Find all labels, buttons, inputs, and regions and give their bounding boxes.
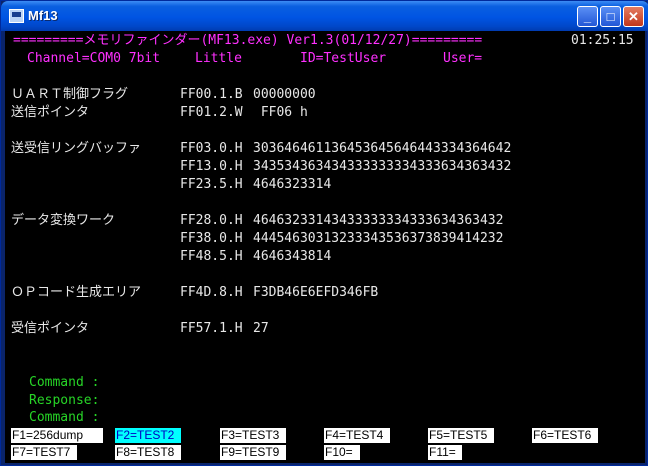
id-status: ID=TestUser <box>300 51 387 66</box>
entry-label: 受信ポインタ <box>11 321 90 336</box>
entry-value: 46463233143433333334333634363432 <box>253 213 504 228</box>
entry-label: 送受信リングバッファ <box>11 141 142 156</box>
close-button[interactable]: ✕ <box>623 6 644 27</box>
entry-address: FF4D.8.H <box>180 285 243 300</box>
entry-address: FF01.2.W <box>180 105 243 120</box>
entry-label: データ変換ワーク <box>11 213 116 228</box>
user-status: User= <box>443 51 483 66</box>
f7-key[interactable]: F7=TEST7 <box>11 445 77 460</box>
f3-key[interactable]: F3=TEST3 <box>220 428 286 443</box>
minimize-button[interactable]: _ <box>577 6 598 27</box>
entry-address: FF00.1.B <box>180 87 243 102</box>
entry-address: FF03.0.H <box>180 141 243 156</box>
f8-key[interactable]: F8=TEST8 <box>115 445 181 460</box>
f4-key[interactable]: F4=TEST4 <box>324 428 390 443</box>
entry-address: FF57.1.H <box>180 321 243 336</box>
f2-key[interactable]: F2=TEST2 <box>115 428 181 443</box>
entry-value: 303646461136453645646443334364642 <box>253 141 512 156</box>
entry-value: 44454630313233343536373839414232 <box>253 231 504 246</box>
application-window: Mf13 _ □ ✕ =========メモリファインダー(MF13.exe) … <box>0 0 648 466</box>
entry-address: FF13.0.H <box>180 159 243 174</box>
f10-key[interactable]: F10= <box>324 445 360 460</box>
maximize-button[interactable]: □ <box>600 6 621 27</box>
entry-value: 4646323314 <box>253 177 332 192</box>
command-prompt[interactable]: Command : <box>29 410 99 425</box>
f1-key[interactable]: F1=256dump <box>11 428 103 443</box>
entry-address: FF28.0.H <box>180 213 243 228</box>
f11-key[interactable]: F11= <box>428 445 462 460</box>
window-title: Mf13 <box>28 8 58 23</box>
entry-value: 343534363434333333334333634363432 <box>253 159 512 174</box>
f5-key[interactable]: F5=TEST5 <box>428 428 494 443</box>
entry-value: 4646343814 <box>253 249 332 264</box>
clock: 01:25:15 <box>571 33 634 48</box>
entry-label: ＯＰコード生成エリア <box>11 285 142 300</box>
entry-label: ＵＡＲＴ制御フラグ <box>11 87 129 102</box>
app-icon[interactable] <box>9 9 24 23</box>
entry-value: F3DB46E6EFD346FB <box>253 285 379 300</box>
channel-status: Channel=COM0 7bit <box>27 51 161 66</box>
entry-value: 00000000 <box>253 87 316 102</box>
endian-status: Little <box>195 51 242 66</box>
entry-address: FF23.5.H <box>180 177 243 192</box>
f6-key[interactable]: F6=TEST6 <box>532 428 598 443</box>
entry-value: FF06 h <box>253 105 308 120</box>
banner-line: =========メモリファインダー(MF13.exe) Ver1.3(01/1… <box>13 33 483 48</box>
response-prompt: Response: <box>29 393 100 408</box>
entry-address: FF38.0.H <box>180 231 243 246</box>
f9-key[interactable]: F9=TEST9 <box>220 445 286 460</box>
console-screen[interactable]: =========メモリファインダー(MF13.exe) Ver1.3(01/1… <box>5 31 645 463</box>
command-prompt[interactable]: Command : <box>29 375 99 390</box>
entry-value: 27 <box>253 321 269 336</box>
entry-address: FF48.5.H <box>180 249 243 264</box>
title-bar[interactable]: Mf13 _ □ ✕ <box>1 1 648 31</box>
entry-label: 送信ポインタ <box>11 105 90 120</box>
